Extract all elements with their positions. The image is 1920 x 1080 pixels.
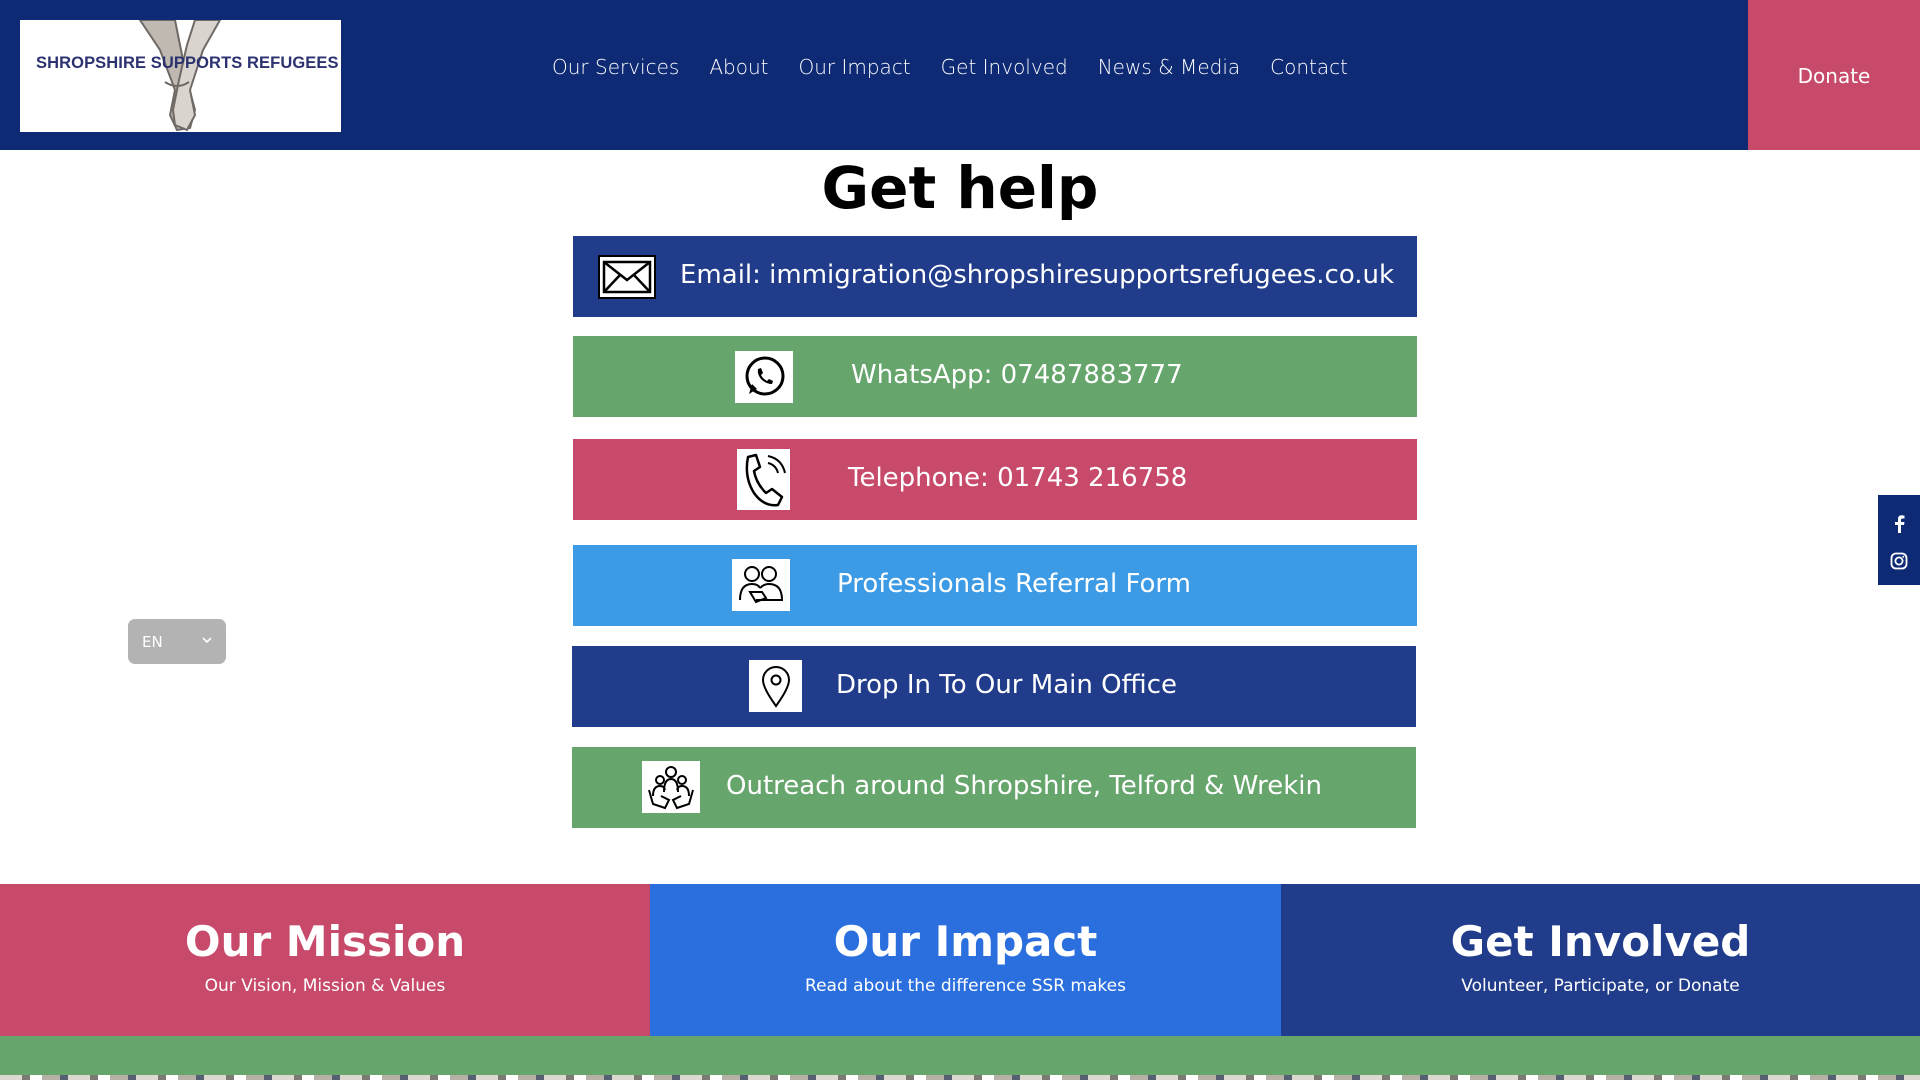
facebook-icon[interactable] <box>1890 515 1908 533</box>
photo-strip-edge <box>0 1075 1920 1080</box>
nav-about[interactable]: About <box>709 55 768 79</box>
family-hands-icon <box>642 761 700 813</box>
site-header: SHROPSHIRE SUPPORTS REFUGEES Our Service… <box>0 0 1920 150</box>
panel-title: Get Involved <box>1450 917 1751 966</box>
drop-in-label: Drop In To Our Main Office <box>836 670 1177 700</box>
drop-in-office-bar[interactable]: Drop In To Our Main Office <box>572 646 1416 727</box>
panel-get-involved[interactable]: Get Involved Volunteer, Participate, or … <box>1281 884 1920 1036</box>
chevron-down-icon <box>202 637 212 644</box>
referral-form-bar[interactable]: Professionals Referral Form <box>573 545 1417 626</box>
language-current: EN <box>142 632 163 651</box>
whatsapp-contact-bar[interactable]: WhatsApp: 07487883777 <box>573 336 1417 417</box>
panel-subtitle: Read about the difference SSR makes <box>805 976 1126 996</box>
phone-icon <box>737 449 790 510</box>
panel-title: Our Impact <box>833 917 1098 966</box>
envelope-icon <box>598 255 656 299</box>
nav-contact[interactable]: Contact <box>1270 55 1348 79</box>
outreach-bar[interactable]: Outreach around Shropshire, Telford & Wr… <box>572 747 1416 828</box>
site-logo[interactable]: SHROPSHIRE SUPPORTS REFUGEES <box>20 20 341 132</box>
panel-our-impact[interactable]: Our Impact Read about the difference SSR… <box>650 884 1281 1036</box>
main-nav: Our Services About Our Impact Get Involv… <box>552 50 1348 84</box>
green-band <box>0 1036 1920 1080</box>
nav-our-impact[interactable]: Our Impact <box>798 55 910 79</box>
whatsapp-label: WhatsApp: 07487883777 <box>851 360 1183 390</box>
whatsapp-icon <box>735 351 793 403</box>
language-selector[interactable]: EN <box>128 619 226 664</box>
referral-form-label: Professionals Referral Form <box>837 569 1191 599</box>
panel-title: Our Mission <box>184 917 466 966</box>
instagram-icon[interactable] <box>1890 552 1908 570</box>
location-pin-icon <box>749 660 802 712</box>
outreach-label: Outreach around Shropshire, Telford & Wr… <box>726 771 1323 801</box>
telephone-contact-bar[interactable]: Telephone: 01743 216758 <box>573 439 1417 520</box>
hands-logo-icon <box>138 20 222 132</box>
email-label: Email: immigration@shropshiresupportsref… <box>680 260 1395 290</box>
page-title: Get help <box>821 154 1099 222</box>
telephone-label: Telephone: 01743 216758 <box>848 463 1188 493</box>
nav-our-services[interactable]: Our Services <box>552 55 679 79</box>
logo-text: SHROPSHIRE SUPPORTS REFUGEES <box>36 54 339 72</box>
donate-button[interactable]: Donate <box>1748 0 1920 150</box>
nav-news-media[interactable]: News & Media <box>1098 55 1240 79</box>
panel-subtitle: Our Vision, Mission & Values <box>204 976 446 996</box>
nav-get-involved[interactable]: Get Involved <box>941 55 1068 79</box>
social-bar <box>1878 495 1920 585</box>
panel-our-mission[interactable]: Our Mission Our Vision, Mission & Values <box>0 884 650 1036</box>
panel-subtitle: Volunteer, Participate, or Donate <box>1461 976 1740 996</box>
people-icon <box>732 559 790 611</box>
email-contact-bar[interactable]: Email: immigration@shropshiresupportsref… <box>573 236 1417 317</box>
